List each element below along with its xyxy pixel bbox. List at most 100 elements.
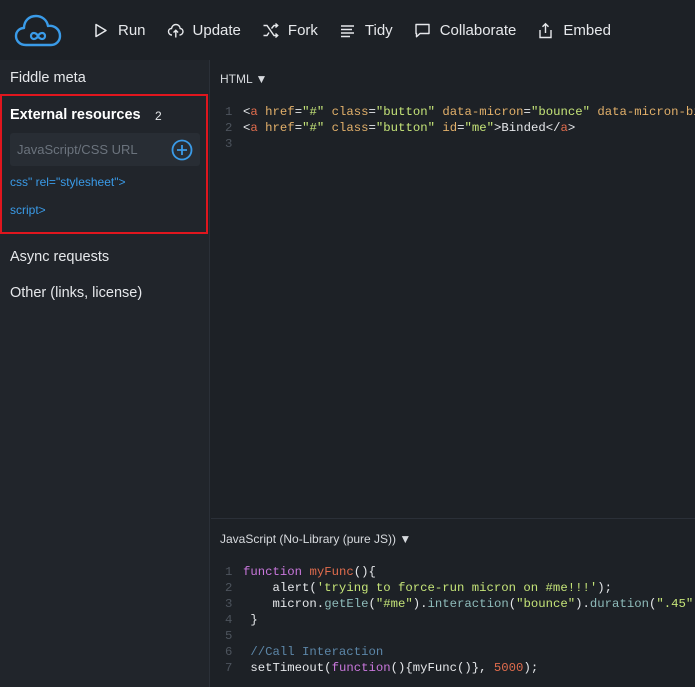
- embed-button[interactable]: Embed: [537, 22, 611, 39]
- external-resources-count: 2: [155, 109, 162, 123]
- code-token: a: [250, 105, 258, 119]
- code-token: =: [457, 121, 465, 135]
- resource-link-script[interactable]: script>: [10, 203, 46, 217]
- code-line[interactable]: 3: [225, 136, 695, 152]
- code-token: }: [243, 613, 258, 627]
- update-button[interactable]: Update: [167, 22, 241, 39]
- collaborate-button[interactable]: Collaborate: [414, 21, 517, 39]
- fork-button[interactable]: Fork: [262, 22, 318, 39]
- code-token: ).: [575, 597, 590, 611]
- resource-url-input[interactable]: [10, 133, 170, 166]
- collaborate-label: Collaborate: [439, 21, 517, 39]
- code-token: =: [368, 121, 376, 135]
- code-token: "#": [302, 121, 325, 135]
- line-number: 1: [225, 565, 233, 579]
- code-token: "#": [302, 105, 325, 119]
- sidebar-item-async-requests[interactable]: Async requests: [10, 249, 109, 265]
- code-token: micron.: [243, 597, 325, 611]
- align-lines-icon: [340, 24, 354, 37]
- shuffle-icon: [263, 22, 279, 38]
- add-resource-icon[interactable]: [171, 139, 193, 161]
- embed-label: Embed: [563, 21, 611, 39]
- run-label: Run: [118, 21, 146, 39]
- code-token: =: [294, 121, 303, 135]
- fork-label: Fork: [287, 21, 318, 39]
- chat-bubble-icon: [414, 23, 430, 37]
- code-token: "bounce": [516, 597, 576, 611]
- line-number: 2: [225, 581, 233, 595]
- html-panel-label[interactable]: HTML ▼: [220, 72, 267, 86]
- code-token: id: [442, 121, 458, 135]
- sidebar-item-other[interactable]: Other (links, license): [10, 285, 142, 301]
- code-line[interactable]: 2 <a href="#" class="button" id="me">Bind…: [225, 120, 695, 136]
- code-token: "button": [375, 105, 435, 119]
- line-number: 5: [225, 629, 233, 643]
- code-token: 5000: [493, 661, 524, 675]
- code-token: (: [368, 597, 376, 611]
- code-token: ".45": [656, 597, 694, 611]
- code-token: href: [265, 105, 295, 119]
- editor-area: HTML ▼ 1 <a href="#" class="button" data-…: [211, 60, 695, 687]
- code-line[interactable]: 6 //Call Interaction: [225, 644, 695, 660]
- code-line[interactable]: 3 micron.getEle("#me").interaction("boun…: [225, 596, 695, 612]
- sidebar: Fiddle meta External resources 2 css" re…: [0, 60, 210, 687]
- line-number: 4: [225, 613, 233, 627]
- code-line[interactable]: 1 <a href="#" class="button" data-micron=…: [225, 104, 695, 120]
- code-token: (){: [353, 565, 376, 579]
- line-number: 3: [225, 597, 233, 611]
- code-token: getEle: [324, 597, 369, 611]
- code-token: >Binded</: [494, 121, 561, 135]
- code-line[interactable]: 1 function myFunc(){: [225, 564, 695, 580]
- code-line[interactable]: 5: [225, 628, 695, 644]
- code-token: setTimeout(: [243, 661, 332, 675]
- tidy-button[interactable]: Tidy: [339, 22, 393, 39]
- toolbar: Run Update Fork Tidy Collaborate Embed: [92, 0, 632, 60]
- line-number: 2: [225, 121, 233, 135]
- cloud-upload-icon: [167, 23, 184, 37]
- code-token: alert(: [243, 581, 317, 595]
- code-token: a: [250, 121, 258, 135]
- jsfiddle-cloud-logo-icon[interactable]: [14, 12, 62, 48]
- code-token: "me": [464, 121, 495, 135]
- code-token: ).: [412, 597, 428, 611]
- line-number: 1: [225, 105, 233, 119]
- resource-link-css[interactable]: css" rel="stylesheet">: [10, 175, 126, 189]
- external-resources-title[interactable]: External resources: [10, 107, 141, 123]
- code-token: //Call Interaction: [243, 645, 384, 659]
- code-token: duration: [589, 597, 649, 611]
- code-token: "#me": [375, 597, 413, 611]
- code-token: data-micron: [442, 105, 524, 119]
- js-code-editor[interactable]: 1 function myFunc(){2 alert('trying to fo…: [225, 564, 695, 676]
- code-token: myFunc: [309, 565, 354, 579]
- code-token: interaction: [427, 597, 509, 611]
- code-line[interactable]: 2 alert('trying to force-run micron on #…: [225, 580, 695, 596]
- code-token: "bounce": [530, 105, 590, 119]
- code-token: =: [368, 105, 376, 119]
- code-line[interactable]: 4 }: [225, 612, 695, 628]
- code-token: );: [597, 581, 612, 595]
- code-token: 'trying to force-run micron on #me!!!': [316, 581, 598, 595]
- code-token: class: [331, 121, 369, 135]
- js-panel-label[interactable]: JavaScript (No-Library (pure JS)) ▼: [220, 532, 411, 546]
- html-code-editor[interactable]: 1 <a href="#" class="button" data-micron=…: [225, 104, 695, 152]
- code-token: =: [523, 105, 531, 119]
- code-token: a: [560, 121, 568, 135]
- play-icon: [95, 23, 107, 37]
- run-button[interactable]: Run: [92, 22, 146, 39]
- code-token: (){myFunc()},: [390, 661, 494, 675]
- code-token: (: [508, 597, 517, 611]
- share-upload-icon: [539, 22, 553, 38]
- external-resources-section: External resources 2 css" rel="styleshee…: [0, 94, 208, 234]
- panel-divider[interactable]: [211, 518, 695, 519]
- code-line[interactable]: 7 setTimeout(function(){myFunc()}, 5000)…: [225, 660, 695, 676]
- top-bar: Run Update Fork Tidy Collaborate Embed: [0, 0, 695, 60]
- code-token: =: [294, 105, 303, 119]
- code-token: href: [265, 121, 295, 135]
- sidebar-item-fiddle-meta[interactable]: Fiddle meta: [10, 70, 86, 86]
- resource-url-field: [10, 133, 200, 166]
- code-token: >: [567, 121, 576, 135]
- line-number: 7: [225, 661, 233, 675]
- tidy-label: Tidy: [364, 21, 393, 39]
